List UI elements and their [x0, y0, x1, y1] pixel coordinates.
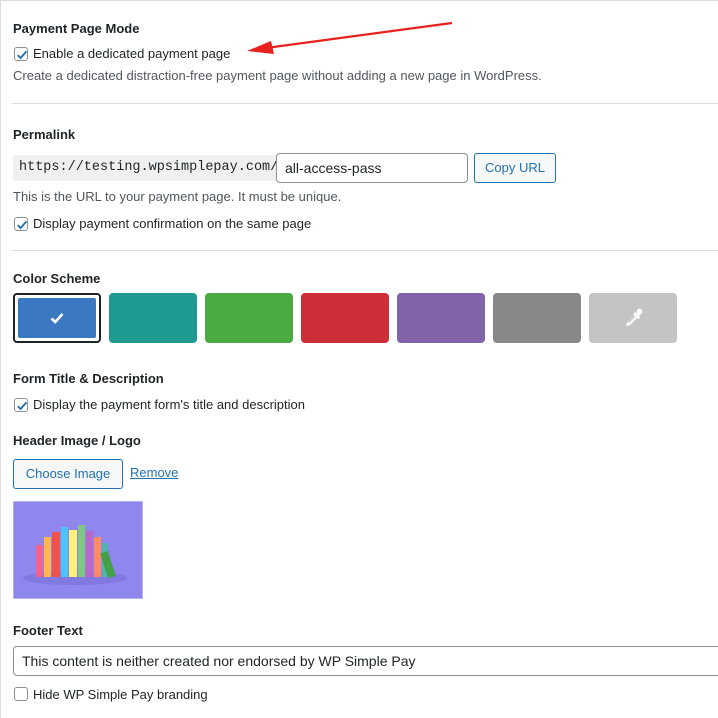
color-swatch[interactable] [397, 293, 485, 343]
checkmark-icon [17, 401, 28, 411]
remove-image-link[interactable]: Remove [130, 465, 178, 480]
header-logo-thumbnail [13, 501, 143, 599]
payment-page-mode-heading: Payment Page Mode [13, 21, 140, 36]
hide-branding-label[interactable]: Hide WP Simple Pay branding [33, 687, 208, 702]
copy-url-button[interactable]: Copy URL [474, 153, 556, 183]
checkmark-icon [17, 220, 28, 230]
divider [12, 250, 718, 251]
display-title-checkbox[interactable] [14, 398, 28, 412]
color-swatch[interactable] [13, 293, 101, 343]
checkmark-icon [50, 313, 64, 324]
color-swatch[interactable] [205, 293, 293, 343]
permalink-heading: Permalink [13, 127, 76, 142]
footer-text-heading: Footer Text [13, 623, 83, 638]
top-border [0, 0, 718, 1]
color-swatch[interactable] [109, 293, 197, 343]
left-border [0, 0, 1, 718]
permalink-prefix: https://testing.wpsimplepay.com/ [13, 155, 283, 181]
confirmation-same-page-label[interactable]: Display payment confirmation on the same… [33, 216, 311, 231]
annotation-arrow-icon [247, 21, 453, 54]
color-swatch[interactable] [493, 293, 581, 343]
display-title-label[interactable]: Display the payment form's title and des… [33, 397, 305, 412]
permalink-slug-input[interactable]: all-access-pass [276, 153, 468, 183]
confirmation-same-page-checkbox[interactable] [14, 217, 28, 231]
form-title-heading: Form Title & Description [13, 371, 164, 386]
enable-payment-page-checkbox[interactable] [14, 47, 28, 61]
permalink-description: This is the URL to your payment page. It… [13, 189, 342, 204]
payment-page-mode-description: Create a dedicated distraction-free paym… [13, 68, 542, 83]
hide-branding-checkbox[interactable] [14, 687, 28, 701]
color-swatch[interactable] [589, 293, 677, 343]
color-swatch[interactable] [301, 293, 389, 343]
footer-text-input[interactable]: This content is neither created nor endo… [13, 646, 718, 676]
enable-payment-page-label[interactable]: Enable a dedicated payment page [33, 46, 230, 61]
color-scheme-heading: Color Scheme [13, 271, 101, 286]
eyedropper-icon [626, 308, 643, 326]
divider [12, 103, 718, 104]
header-image-heading: Header Image / Logo [13, 433, 141, 448]
checkmark-icon [17, 50, 28, 60]
choose-image-button[interactable]: Choose Image [13, 459, 123, 489]
